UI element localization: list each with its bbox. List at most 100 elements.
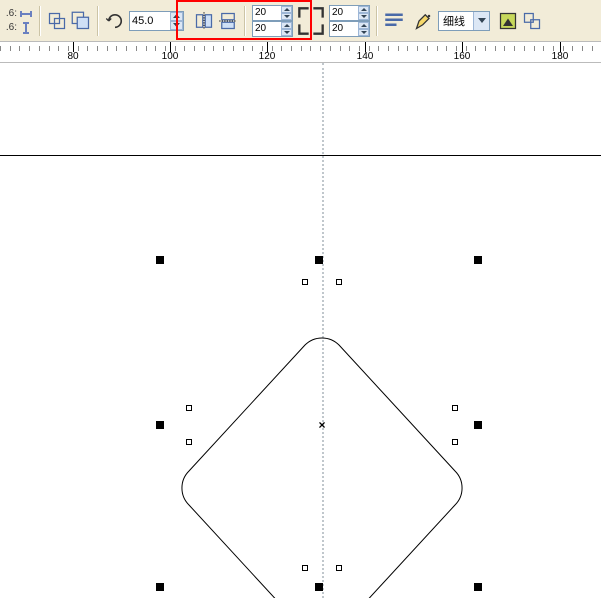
corner-br-icon[interactable] xyxy=(311,22,325,36)
corner-node[interactable] xyxy=(452,405,458,411)
ruler-tick xyxy=(504,46,505,51)
ruler-tick xyxy=(378,46,379,51)
ruler-tick xyxy=(19,46,20,51)
corner-tl-icon[interactable] xyxy=(297,6,311,20)
ruler-tick xyxy=(58,46,59,51)
corner-bl-field[interactable] xyxy=(252,21,293,37)
ruler-tick xyxy=(184,46,185,51)
rotate-icon xyxy=(105,11,125,31)
selection-handle[interactable] xyxy=(156,256,164,264)
ruler-number: 80 xyxy=(67,51,78,62)
selection-handle[interactable] xyxy=(474,583,482,591)
ruler-number: 120 xyxy=(259,51,276,62)
selection-handle[interactable] xyxy=(474,421,482,429)
mirror-h-icon[interactable] xyxy=(194,11,214,31)
ruler-tick xyxy=(233,46,234,51)
ruler-tick xyxy=(0,46,1,51)
behind-fill-icon[interactable] xyxy=(498,11,518,31)
ruler-tick xyxy=(437,46,438,51)
ruler-tick xyxy=(320,46,321,51)
text-wrap-icon[interactable] xyxy=(384,11,404,31)
selection-handle[interactable] xyxy=(474,256,482,264)
ruler-tick xyxy=(398,46,399,51)
outline-width-value: 细线 xyxy=(439,13,473,29)
ruler-tick xyxy=(475,46,476,51)
ruler-tick xyxy=(330,46,331,51)
separator xyxy=(39,6,41,36)
corner-node[interactable] xyxy=(186,439,192,445)
ruler-tick xyxy=(194,46,195,51)
rotation-field[interactable] xyxy=(129,11,184,31)
ruler-tick xyxy=(572,46,573,51)
y-inc-icon xyxy=(19,21,33,35)
ruler-tick xyxy=(146,46,147,51)
corner-radius-left-col xyxy=(252,5,293,37)
ruler-number: 140 xyxy=(357,51,374,62)
ruler-tick xyxy=(97,46,98,51)
corner-node[interactable] xyxy=(336,279,342,285)
ruler-tick xyxy=(534,46,535,51)
ruler-tick xyxy=(514,46,515,51)
corner-br-field[interactable] xyxy=(329,21,370,37)
corner-node[interactable] xyxy=(302,565,308,571)
page-edge-line xyxy=(0,155,601,156)
separator xyxy=(97,6,99,36)
ruler-tick xyxy=(49,46,50,51)
corner-tr-field[interactable] xyxy=(329,5,370,21)
selection-handle[interactable] xyxy=(315,256,323,264)
ruler-tick xyxy=(592,46,593,51)
corner-node[interactable] xyxy=(452,439,458,445)
corner-indicator-icons xyxy=(297,5,325,37)
corner-node[interactable] xyxy=(336,565,342,571)
horizontal-ruler: 80100120140160180 xyxy=(0,41,601,63)
ruler-tick xyxy=(417,46,418,51)
ruler-tick xyxy=(291,46,292,51)
drawing-canvas[interactable]: × xyxy=(0,63,601,598)
selection-handle[interactable] xyxy=(315,583,323,591)
pen-outline-icon xyxy=(414,11,434,31)
corner-tr-icon[interactable] xyxy=(311,6,325,20)
ruler-tick xyxy=(155,46,156,51)
ruler-tick xyxy=(349,46,350,51)
selection-handle[interactable] xyxy=(156,583,164,591)
corner-br-input[interactable] xyxy=(330,22,358,36)
outline-width-combo[interactable]: 细线 xyxy=(438,11,490,31)
corner-node[interactable] xyxy=(302,279,308,285)
ruler-tick xyxy=(204,46,205,51)
ruler-tick xyxy=(243,46,244,51)
rotation-input[interactable] xyxy=(130,12,170,30)
toolbar: .6: .6: xyxy=(0,0,601,41)
ruler-tick xyxy=(10,46,11,51)
ruler-tick xyxy=(126,46,127,51)
separator xyxy=(376,6,378,36)
ruler-tick xyxy=(252,46,253,51)
ruler-tick xyxy=(495,46,496,51)
duplicate-icon[interactable] xyxy=(71,11,91,31)
ruler-tick xyxy=(136,46,137,51)
separator xyxy=(244,6,246,36)
increment-stack: .6: .6: xyxy=(3,7,33,35)
corner-tl-input[interactable] xyxy=(253,6,281,20)
corner-radius-right-col xyxy=(329,5,370,37)
selection-handle[interactable] xyxy=(156,421,164,429)
ruler-tick xyxy=(388,46,389,51)
corner-bl-icon[interactable] xyxy=(297,22,311,36)
corner-bl-input[interactable] xyxy=(253,22,281,36)
x-inc-icon xyxy=(19,7,33,21)
ruler-tick xyxy=(29,46,30,51)
rounded-diamond-shape[interactable] xyxy=(165,325,479,598)
ruler-tick xyxy=(39,46,40,51)
rotation-spinner[interactable] xyxy=(170,12,183,30)
ruler-tick xyxy=(524,46,525,51)
nudge-icon[interactable] xyxy=(47,11,67,31)
corner-tr-input[interactable] xyxy=(330,6,358,20)
ruler-tick xyxy=(310,46,311,51)
scale-with-icon[interactable] xyxy=(522,11,542,31)
corner-node[interactable] xyxy=(186,405,192,411)
ruler-number: 160 xyxy=(454,51,471,62)
inc-y-label: .6: xyxy=(3,22,17,33)
ruler-tick xyxy=(485,46,486,51)
mirror-v-icon[interactable] xyxy=(218,11,238,31)
dropdown-arrow-icon[interactable] xyxy=(473,12,489,30)
corner-tl-field[interactable] xyxy=(252,5,293,21)
